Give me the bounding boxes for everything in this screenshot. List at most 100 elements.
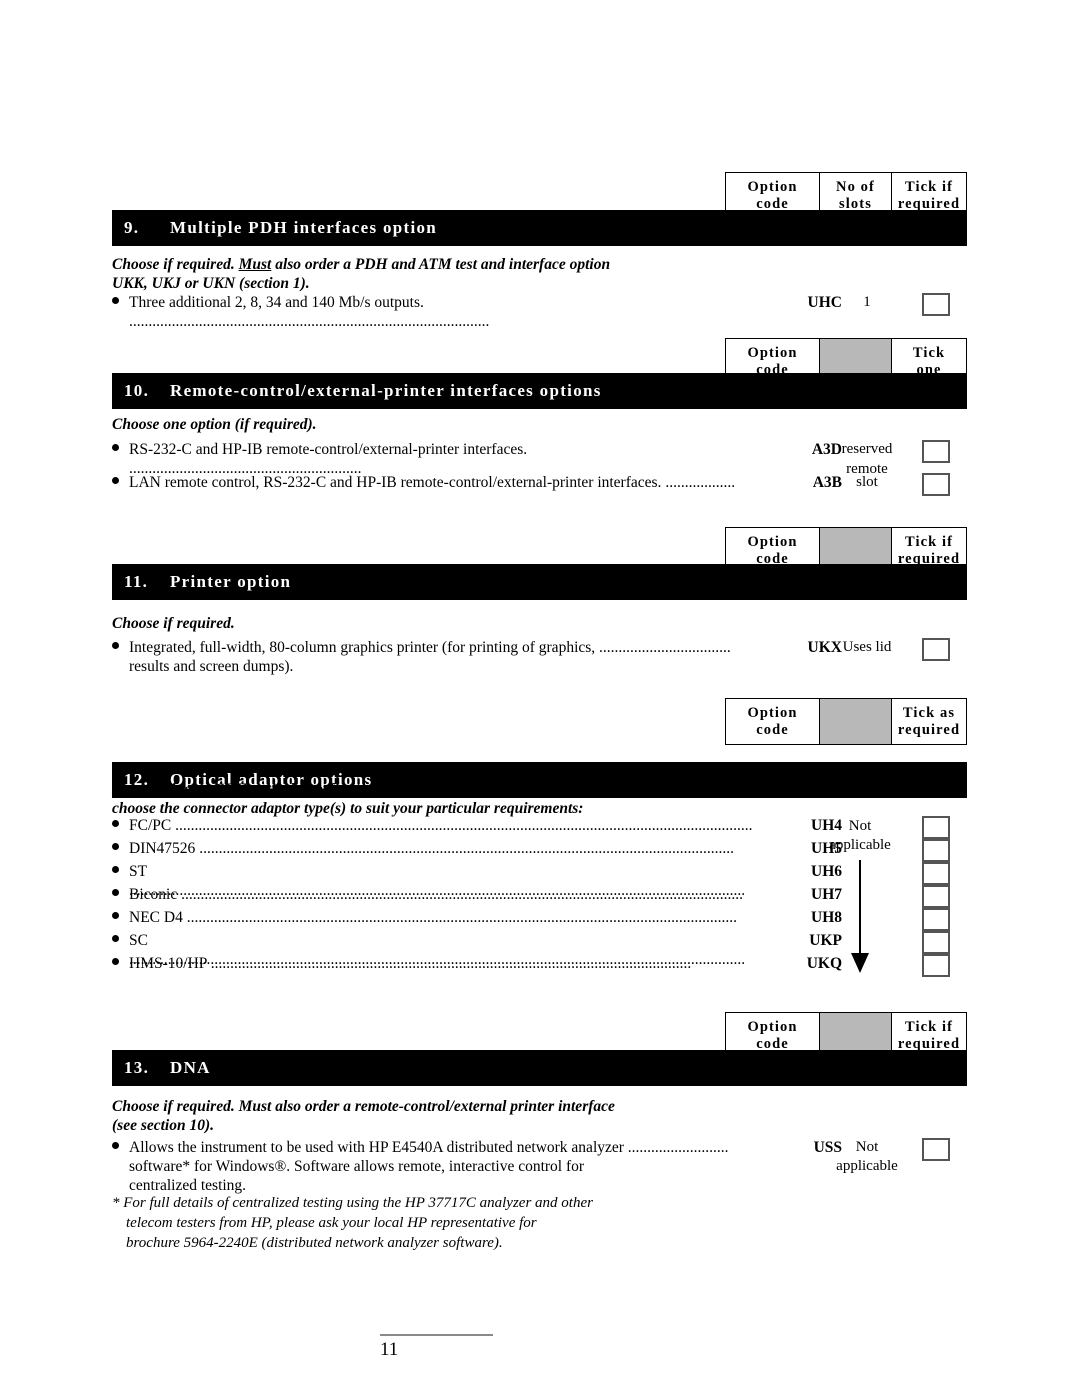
- option-code: UKP: [809, 932, 842, 949]
- leader-dots: ........................................…: [210, 955, 692, 972]
- option-slots: Uses lid: [842, 639, 892, 655]
- section-number: 11.: [124, 572, 149, 591]
- intro-line2: UKK, UKJ or UKN (section 1).: [112, 275, 310, 292]
- option-label: LAN remote control, RS-232-C and HP-IB r…: [129, 473, 759, 492]
- option-text: Biconic: [129, 886, 178, 903]
- leader-dots: ..........................: [627, 1139, 729, 1156]
- intro-line2: choose the connector adaptor type(s) to …: [112, 800, 584, 817]
- option-label: Integrated, full-width, 80-column graphi…: [129, 638, 759, 676]
- leader-dots: ..................: [665, 474, 736, 491]
- leader-dots: ........................................…: [181, 886, 743, 903]
- tick-checkbox[interactable]: [922, 1138, 950, 1161]
- bullet-icon: [112, 444, 119, 451]
- section-12-intro: If specifying an SDH optical interface a…: [112, 780, 812, 818]
- section-title: Remote-control/external-printer interfac…: [170, 381, 602, 400]
- section-title: Multiple PDH interfaces option: [170, 218, 438, 237]
- option-text: DIN47526: [129, 840, 196, 857]
- arrow-shaft: [859, 860, 861, 956]
- option-label: NEC D4 .................................…: [129, 908, 759, 927]
- bullet-icon: [112, 477, 119, 484]
- option-text: Integrated, full-width, 80-column graphi…: [129, 639, 596, 656]
- bullet-icon: [112, 935, 119, 942]
- tick-checkbox[interactable]: [922, 839, 950, 862]
- tick-checkbox[interactable]: [922, 473, 950, 496]
- header-cell-option-code: Option code: [726, 699, 820, 744]
- option-slots-line2: applicable: [836, 1158, 898, 1174]
- header-cell-tick: Tick as required: [892, 699, 966, 744]
- header-text-line1: No of: [836, 178, 875, 195]
- section-13-intro: Choose if required. Must also order a re…: [112, 1097, 812, 1135]
- leader-dots: ..................................: [599, 639, 731, 656]
- header-text-line1: Tick if: [904, 178, 954, 195]
- bullet-icon: [112, 912, 119, 919]
- intro-line1: Choose if required. Must also order a re…: [112, 1098, 615, 1115]
- option-text: ST: [129, 863, 147, 880]
- bullet-icon: [112, 1142, 119, 1149]
- section-number: 10.: [124, 381, 150, 400]
- leader-dots: ........................................…: [175, 817, 753, 834]
- option-text-line2: results and screen dumps).: [129, 658, 294, 675]
- bullet-icon: [112, 642, 119, 649]
- tick-checkbox[interactable]: [922, 885, 950, 908]
- bullet-icon: [112, 958, 119, 965]
- option-code: UH5: [811, 840, 842, 857]
- section-number: 13.: [124, 1058, 150, 1077]
- bullet-icon: [112, 820, 119, 827]
- option-slots: Not applicable: [812, 1138, 922, 1176]
- footnote-line3: brochure 5964-2240E (distributed network…: [126, 1235, 503, 1251]
- section-header-13: 13. DNA: [112, 1050, 967, 1086]
- option-slots-line1: Not: [855, 1139, 879, 1155]
- tick-checkbox[interactable]: [922, 862, 950, 885]
- option-slots: reserved: [841, 441, 893, 457]
- tick-checkbox[interactable]: [922, 293, 950, 316]
- intro-line2: (see section 10).: [112, 1117, 215, 1134]
- tick-checkbox[interactable]: [922, 440, 950, 463]
- leader-dots: ........................................…: [186, 909, 737, 926]
- header-cell-shaded: [820, 699, 892, 744]
- header-text-line1: Tick if: [904, 1018, 954, 1035]
- header-text-line1: Option: [747, 533, 798, 550]
- header-text-line1: Tick if: [904, 533, 954, 550]
- bullet-icon: [112, 297, 119, 304]
- tick-checkbox[interactable]: [922, 908, 950, 931]
- header-text-line1: Option: [747, 704, 798, 721]
- intro-part-b: also order a PDH and ATM test and interf…: [271, 256, 611, 273]
- option-text: Three additional 2, 8, 34 and 140 Mb/s o…: [129, 294, 424, 311]
- option-label: HMS-10/HP ..............................…: [129, 954, 759, 973]
- section-11-intro: Choose if required.: [112, 614, 812, 633]
- option-slots: slot: [856, 474, 878, 490]
- option-text: RS-232-C and HP-IB remote-control/extern…: [129, 441, 528, 458]
- section-13-footnote: * For full details of centralized testin…: [112, 1193, 792, 1253]
- footnote-line1: * For full details of centralized testin…: [112, 1195, 593, 1211]
- option-text: LAN remote control, RS-232-C and HP-IB r…: [129, 474, 662, 491]
- tick-checkbox[interactable]: [922, 816, 950, 839]
- slots-note-line1: Not: [848, 818, 872, 834]
- header-text-line2: code: [756, 721, 789, 738]
- option-code: UH7: [811, 886, 842, 903]
- option-text-line2: software* for Windows®. Software allows …: [129, 1158, 585, 1175]
- option-label: Three additional 2, 8, 34 and 140 Mb/s o…: [129, 293, 759, 331]
- arrow-head: [851, 953, 869, 973]
- option-label: Allows the instrument to be used with HP…: [129, 1138, 759, 1195]
- option-text-line3: centralized testing.: [129, 1177, 247, 1194]
- option-text: FC/PC: [129, 817, 172, 834]
- header-text-line1: Tick as: [902, 704, 956, 721]
- section-10-intro: Choose one option (if required).: [112, 415, 812, 434]
- option-code: UH8: [811, 909, 842, 926]
- bullet-icon: [112, 889, 119, 896]
- section-header-10: 10. Remote-control/external-printer inte…: [112, 373, 967, 409]
- option-text: Allows the instrument to be used with HP…: [129, 1139, 624, 1156]
- intro-part-a: Choose one option (if required).: [112, 416, 317, 433]
- option-text: SC: [129, 932, 148, 949]
- header-text-line2: required: [897, 721, 961, 738]
- tick-checkbox[interactable]: [922, 954, 950, 977]
- tick-checkbox[interactable]: [922, 638, 950, 661]
- section-9-intro: Choose if required. Must also order a PD…: [112, 255, 812, 293]
- footer-rule: [380, 1334, 493, 1336]
- option-code: UH6: [811, 863, 842, 880]
- intro-line1: If specifying an SDH optical interface a…: [112, 781, 615, 798]
- section-header-11: 11. Printer option: [112, 564, 967, 600]
- tick-checkbox[interactable]: [922, 931, 950, 954]
- option-code: UH4: [811, 817, 842, 834]
- intro-part-a: Choose if required.: [112, 256, 239, 273]
